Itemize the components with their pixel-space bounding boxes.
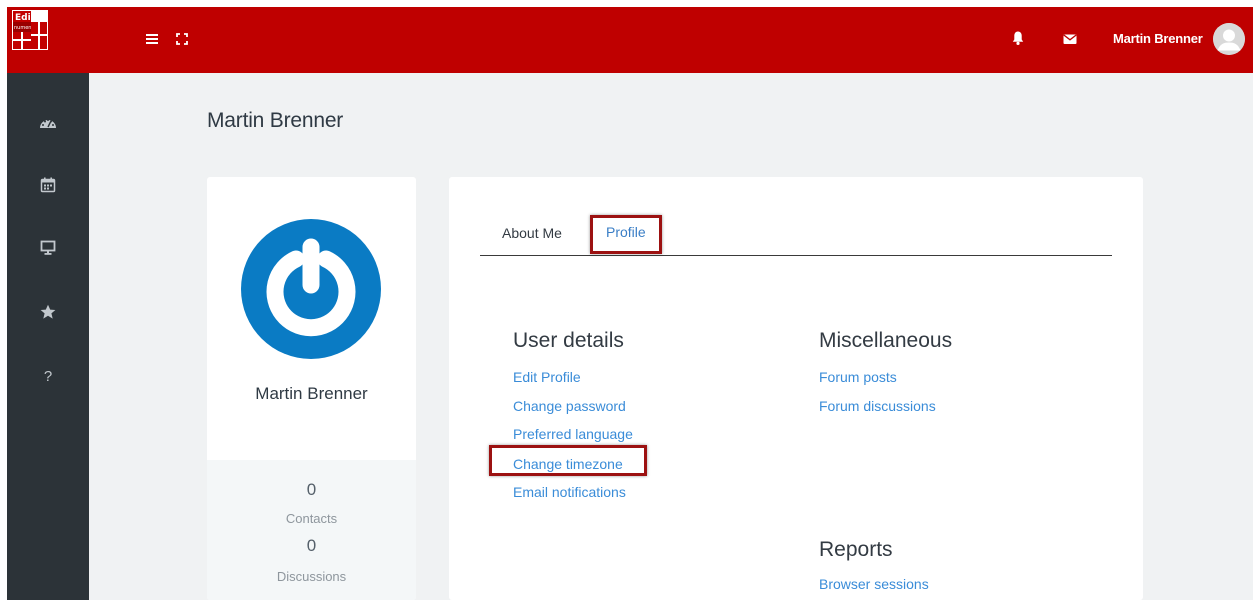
sidebar-item-dashboard[interactable] bbox=[7, 103, 89, 143]
svg-text:Edi: Edi bbox=[15, 13, 31, 23]
user-details-heading: User details bbox=[513, 329, 624, 352]
logo[interactable]: Edi numen bbox=[12, 10, 48, 50]
discussions-label: Discussions bbox=[276, 569, 347, 584]
dashboard-icon bbox=[40, 119, 56, 128]
profile-stats: 0 Contacts 0 Discussions bbox=[207, 460, 416, 600]
user-avatar-icon[interactable] bbox=[1213, 23, 1245, 55]
sidebar: ? bbox=[7, 73, 89, 600]
forum-posts-link[interactable]: Forum posts bbox=[819, 369, 897, 385]
help-icon: ? bbox=[43, 367, 53, 385]
profile-name: Martin Brenner bbox=[255, 384, 368, 403]
svg-text:numen: numen bbox=[14, 25, 31, 31]
page-title: Martin Brenner bbox=[207, 109, 344, 132]
tab-profile[interactable]: Profile bbox=[590, 215, 662, 254]
change-timezone-link[interactable]: Change timezone bbox=[489, 445, 647, 476]
menu-icon[interactable] bbox=[144, 31, 160, 47]
user-menu-name[interactable]: Martin Brenner bbox=[1113, 31, 1203, 46]
mail-icon[interactable] bbox=[1062, 31, 1078, 47]
forum-discussions-link[interactable]: Forum discussions bbox=[819, 398, 936, 414]
contacts-label: Contacts bbox=[285, 511, 338, 526]
star-icon bbox=[40, 304, 56, 319]
profile-avatar bbox=[241, 219, 381, 359]
miscellaneous-heading: Miscellaneous bbox=[819, 329, 953, 352]
sidebar-item-presentation[interactable] bbox=[7, 228, 89, 268]
fullscreen-icon[interactable] bbox=[174, 31, 190, 47]
sidebar-item-help[interactable]: ? bbox=[7, 356, 89, 396]
profile-card: Martin Brenner 0 Contacts 0 Discussions bbox=[207, 177, 416, 600]
reports-heading: Reports bbox=[819, 538, 893, 561]
monitor-icon bbox=[40, 240, 56, 255]
top-navbar: Edi numen Martin Brenner bbox=[7, 7, 1253, 73]
power-logo-icon bbox=[241, 219, 381, 359]
main-content: Martin Brenner Martin Brenner 0 Contacts… bbox=[89, 73, 1253, 600]
preferred-language-link[interactable]: Preferred language bbox=[513, 426, 633, 442]
contacts-count: 0 bbox=[306, 480, 317, 499]
change-password-link[interactable]: Change password bbox=[513, 398, 626, 414]
browser-sessions-link[interactable]: Browser sessions bbox=[819, 576, 929, 592]
edit-profile-link[interactable]: Edit Profile bbox=[513, 369, 581, 385]
profile-content-panel: About Me Profile User details Edit Profi… bbox=[449, 177, 1143, 600]
bell-icon[interactable] bbox=[1010, 30, 1026, 46]
tab-bar: About Me Profile bbox=[480, 215, 1112, 256]
sidebar-item-calendar[interactable] bbox=[7, 165, 89, 205]
sidebar-item-favourites[interactable] bbox=[7, 292, 89, 332]
discussions-count: 0 bbox=[306, 536, 317, 555]
calendar-icon bbox=[40, 177, 56, 193]
email-notifications-link[interactable]: Email notifications bbox=[513, 484, 626, 500]
tab-about-me[interactable]: About Me bbox=[502, 225, 562, 241]
